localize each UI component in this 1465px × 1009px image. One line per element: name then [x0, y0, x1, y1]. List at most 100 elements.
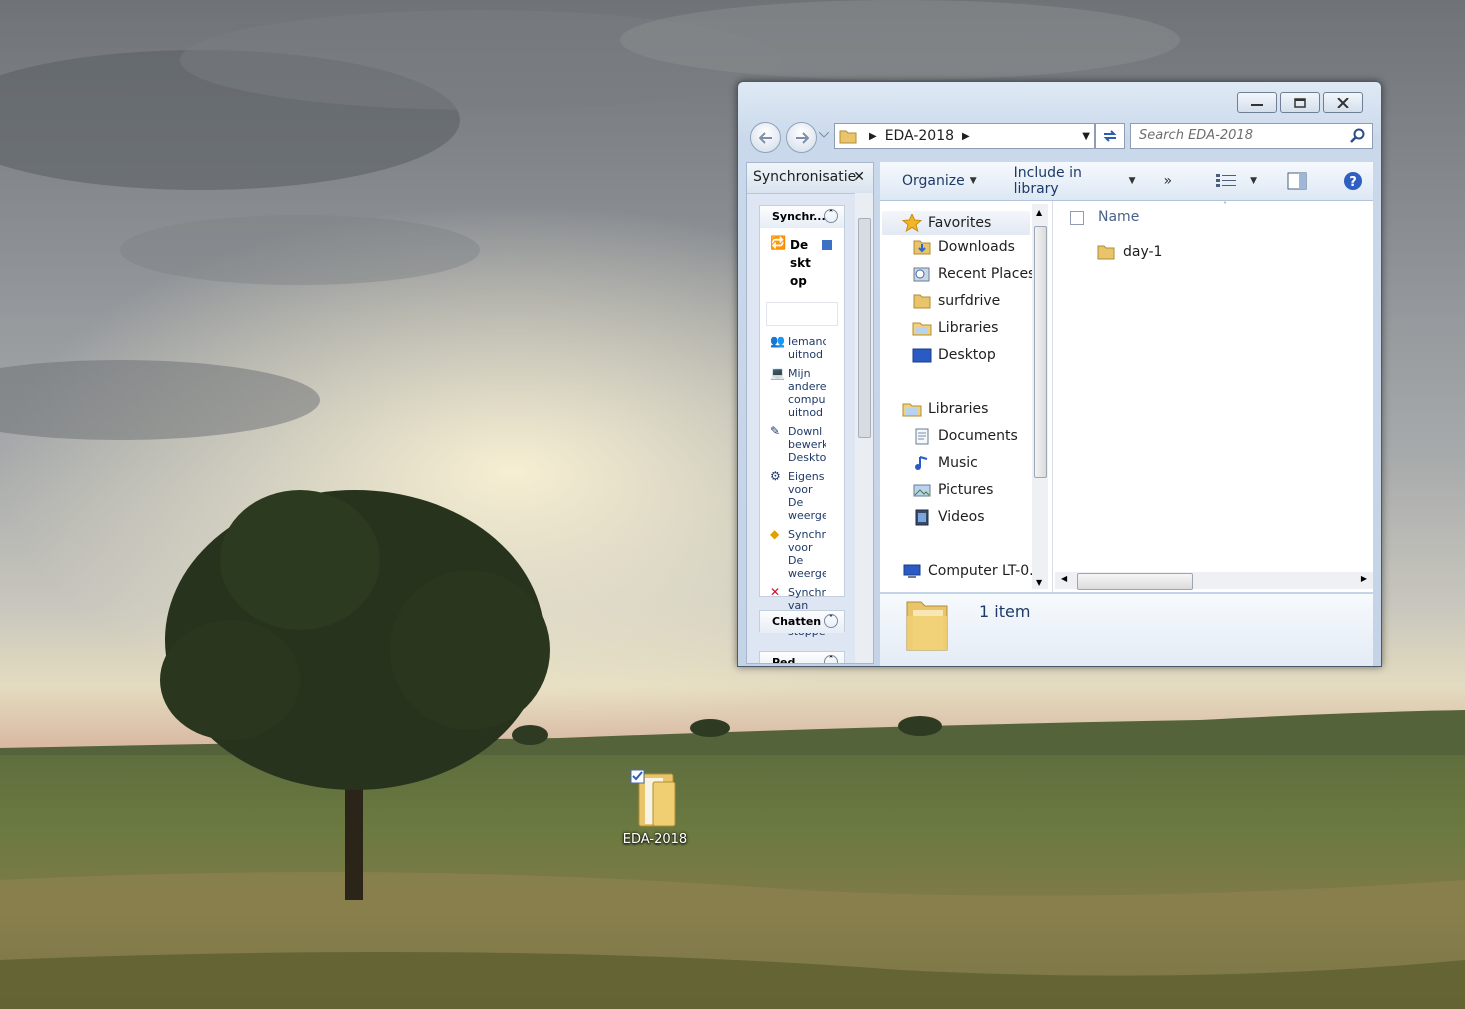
tree-computer-label: Computer LT-0...	[928, 563, 1043, 579]
computer-icon	[903, 564, 921, 578]
scroll-right-arrow-icon[interactable]: ▶	[1361, 574, 1367, 583]
tree-recent-places[interactable]: Recent Places	[912, 265, 1035, 283]
include-in-library-label: Include in library	[1013, 165, 1082, 197]
task-label: Eigens voor De weerge	[788, 470, 826, 522]
sync-desktop-label: De skt op	[790, 238, 811, 288]
sync-desktop-item[interactable]: 🔁 De skt op	[760, 228, 844, 290]
sync-section-title-text: Synchr...	[772, 210, 826, 223]
details-pane: 1 item	[880, 593, 1373, 666]
tree-fav-libraries[interactable]: Libraries	[912, 319, 998, 337]
help-button[interactable]: ?	[1333, 171, 1373, 191]
include-in-library-menu[interactable]: Include in library ▼	[1004, 165, 1146, 197]
search-icon[interactable]	[1350, 128, 1366, 144]
tree-item-label: Desktop	[938, 347, 996, 363]
tree-libraries[interactable]: Libraries	[902, 400, 988, 418]
list-item[interactable]: day-1	[1096, 243, 1162, 261]
column-header-name[interactable]: Name	[1098, 209, 1139, 225]
help-icon: ?	[1344, 172, 1362, 190]
recent-places-icon	[913, 267, 930, 282]
scroll-up-arrow-icon[interactable]: ▲	[1036, 208, 1042, 217]
task-invite-user[interactable]: 👥 Iemand uitnod	[760, 332, 844, 364]
tree-desktop[interactable]: Desktop	[912, 346, 996, 364]
forward-button[interactable]	[786, 122, 817, 153]
sync-section-title: Synchr... ˆ	[760, 206, 844, 228]
recent-pages-dropdown-icon[interactable]	[819, 132, 829, 138]
sync-empty-field	[766, 302, 838, 326]
pictures-icon	[913, 484, 931, 497]
tree-item-label: Videos	[938, 509, 985, 525]
scroll-thumb[interactable]	[1077, 573, 1193, 590]
downloads-folder-icon	[913, 240, 931, 255]
libraries-icon	[912, 322, 932, 336]
tree-music[interactable]: Music	[912, 454, 978, 472]
file-list-horizontal-scrollbar[interactable]: ◀ ▶	[1055, 572, 1373, 590]
sync-pane-header: Synchronisatie ✕	[747, 163, 873, 194]
sync-section-card: Synchr... ˆ 🔁 De skt op 👥 Iemand uitnod …	[759, 205, 845, 638]
more-commands-button[interactable]: »	[1154, 173, 1183, 189]
properties-icon: ⚙	[770, 469, 781, 483]
preview-pane-button[interactable]	[1277, 172, 1317, 190]
navigation-pane-scrollbar[interactable]: ▲ ▼	[1032, 204, 1048, 589]
navigation-pane: Favorites Downloads Recent Places surfdr…	[880, 201, 1053, 592]
search-box[interactable]	[1130, 123, 1373, 149]
third-section-card[interactable]: Ped... ˆ	[759, 651, 845, 664]
scroll-thumb[interactable]	[1034, 226, 1047, 478]
maximize-button[interactable]	[1280, 92, 1320, 113]
collapse-icon[interactable]: ˆ	[824, 655, 838, 663]
file-name: day-1	[1123, 244, 1163, 260]
other-computer-icon: 💻	[770, 366, 785, 380]
tree-favorites[interactable]: Favorites	[882, 211, 1030, 235]
tree-item-label: Pictures	[938, 482, 994, 498]
sync-pane-scrollbar[interactable]	[855, 193, 873, 663]
breadcrumb-segment[interactable]: EDA-2018	[885, 128, 954, 144]
chat-section-card[interactable]: Chatten ˇ	[759, 610, 845, 633]
chat-section-title: Chatten ˇ	[760, 611, 844, 633]
task-label: Synchr voor De weerge	[788, 528, 826, 580]
view-options-button[interactable]: ▼	[1206, 173, 1267, 189]
address-bar[interactable]: ▶ EDA-2018 ▶ ▼	[834, 123, 1095, 149]
close-icon[interactable]: ✕	[853, 163, 865, 191]
tree-downloads[interactable]: Downloads	[912, 238, 1015, 256]
command-bar: Organize ▼ Include in library ▼ » ▼ ?	[880, 162, 1373, 201]
more-commands-label: »	[1163, 173, 1173, 189]
breadcrumb-arrow-icon[interactable]: ▶	[869, 131, 877, 142]
tree-item-label: Music	[938, 455, 978, 471]
svg-text:?: ?	[1349, 175, 1357, 190]
folder-icon	[1097, 245, 1115, 260]
scroll-left-arrow-icon[interactable]: ◀	[1061, 574, 1067, 583]
star-icon	[902, 214, 922, 232]
tree-videos[interactable]: Videos	[912, 508, 985, 526]
task-properties[interactable]: ⚙ Eigens voor De weerge	[760, 467, 844, 525]
back-button[interactable]	[750, 122, 781, 153]
search-input[interactable]	[1131, 124, 1339, 146]
address-dropdown-icon[interactable]: ▼	[1082, 131, 1090, 142]
scroll-down-arrow-icon[interactable]: ▼	[1036, 578, 1042, 587]
tree-libraries-label: Libraries	[928, 401, 989, 417]
desktop-icon	[912, 348, 932, 363]
sync-folder-icon: 🔁	[770, 236, 787, 251]
music-icon	[915, 456, 928, 470]
sort-ascending-icon: ˄	[1223, 201, 1227, 210]
task-sync-status[interactable]: ◆ Synchr voor De weerge	[760, 525, 844, 583]
libraries-icon	[902, 403, 922, 417]
select-all-checkbox[interactable]	[1070, 211, 1084, 225]
organize-menu[interactable]: Organize ▼	[892, 173, 987, 189]
tree-item-label: Recent Places	[938, 266, 1036, 282]
desktop-folder-eda-2018[interactable]: EDA-2018	[612, 768, 698, 847]
breadcrumb-arrow-icon[interactable]: ▶	[962, 131, 970, 142]
videos-icon	[915, 509, 929, 526]
tree-pictures[interactable]: Pictures	[912, 481, 993, 499]
refresh-button[interactable]	[1095, 123, 1125, 149]
minimize-button[interactable]	[1237, 92, 1277, 113]
tree-item-label: Documents	[938, 428, 1018, 444]
task-invite-computer[interactable]: 💻 Mijn andere compu uitnod	[760, 364, 844, 422]
tree-computer[interactable]: Computer LT-0...	[902, 562, 1043, 580]
third-section-title-text: Ped...	[772, 656, 808, 664]
collapse-icon[interactable]: ˆ	[824, 209, 838, 223]
close-button[interactable]	[1323, 92, 1363, 113]
expand-icon[interactable]: ˇ	[824, 614, 838, 628]
tree-documents[interactable]: Documents	[912, 427, 1018, 445]
tree-surfdrive[interactable]: surfdrive	[912, 292, 1000, 310]
chevron-down-icon: ▼	[1250, 176, 1257, 186]
task-download-edit[interactable]: ✎ Downl bewerk Deskto	[760, 422, 844, 467]
